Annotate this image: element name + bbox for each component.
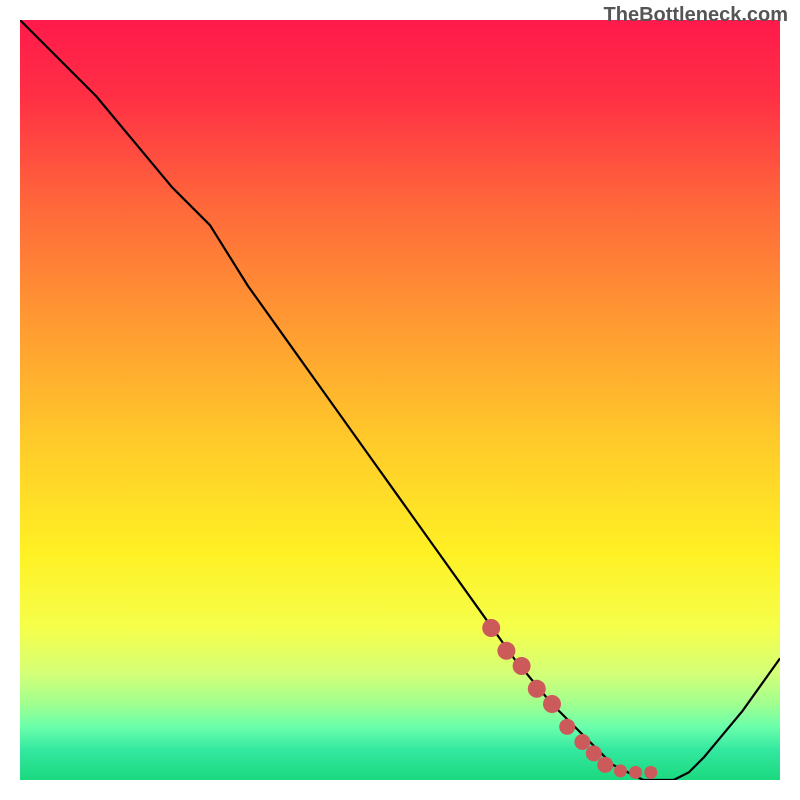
highlight-dot (559, 719, 575, 735)
highlight-dot (644, 766, 657, 779)
chart-container: TheBottleneck.com (0, 0, 800, 800)
highlight-dot (586, 745, 602, 761)
highlight-dot (614, 764, 627, 777)
highlight-dot (574, 734, 590, 750)
highlight-dot (497, 642, 515, 660)
highlight-dot (543, 695, 561, 713)
highlight-dot (482, 619, 500, 637)
highlight-dot (513, 657, 531, 675)
gradient-background (20, 20, 780, 780)
chart-svg (20, 20, 780, 780)
highlight-dot (629, 766, 642, 779)
plot-area (20, 20, 780, 780)
highlight-dot (528, 680, 546, 698)
highlight-dot (597, 757, 613, 773)
watermark-text: TheBottleneck.com (604, 4, 788, 27)
